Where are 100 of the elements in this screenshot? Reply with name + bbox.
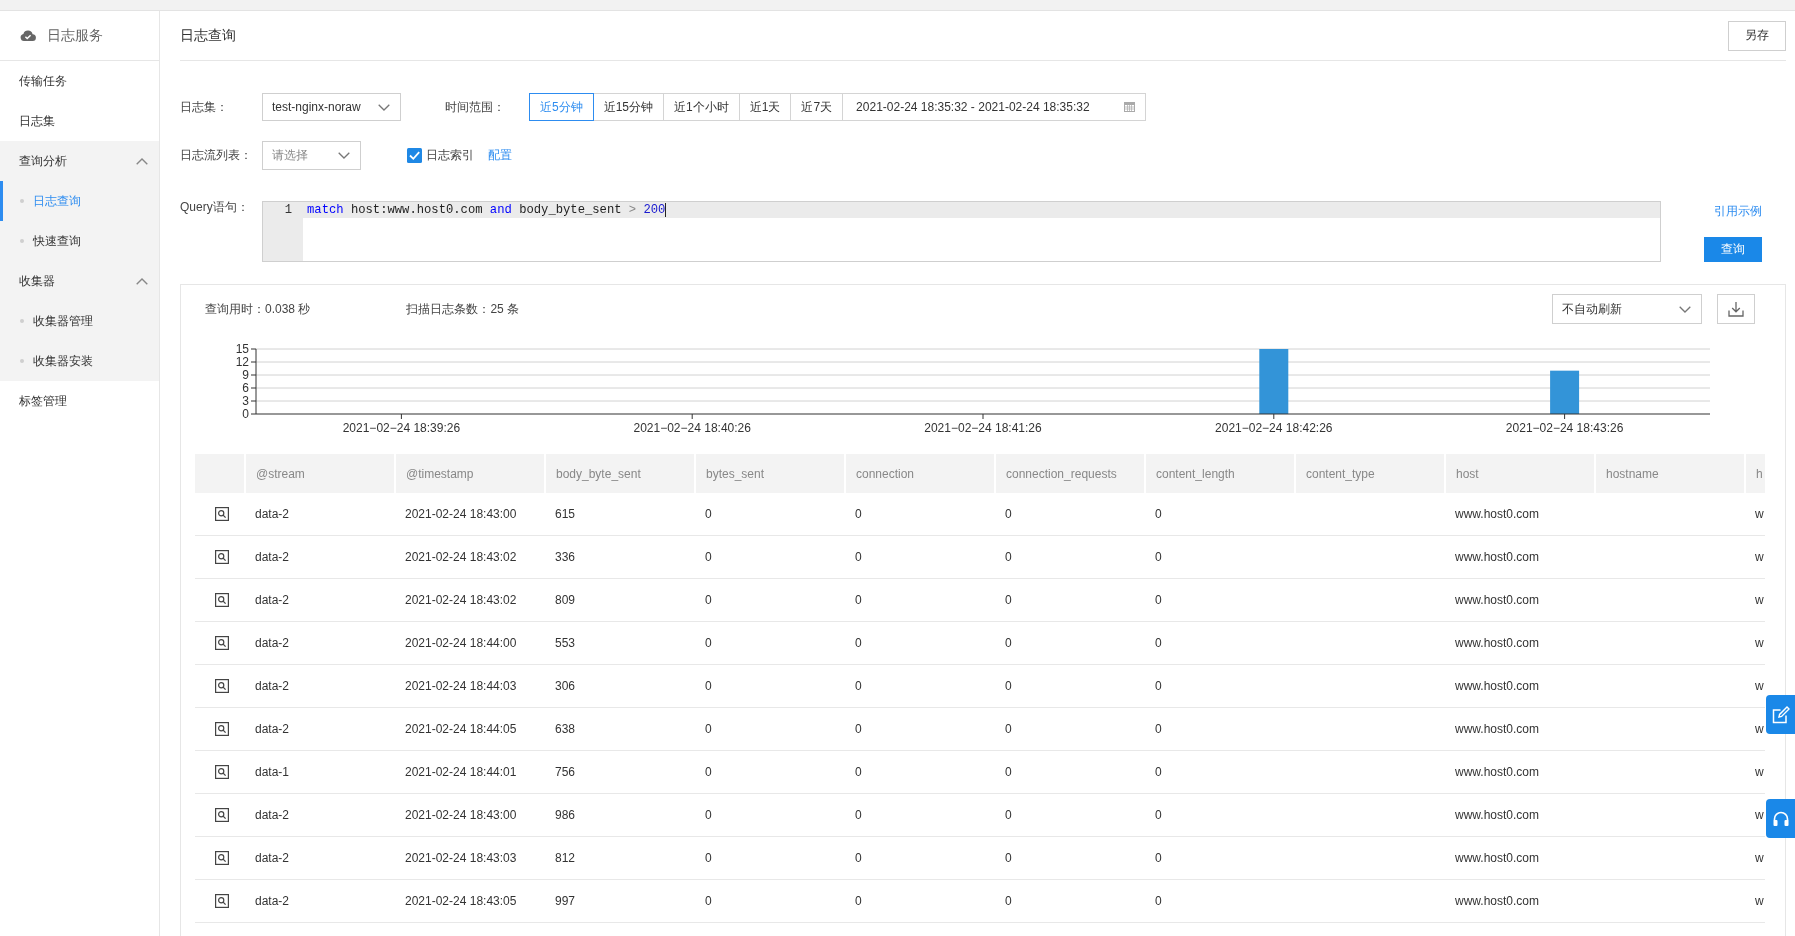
table-cell-text: 2021-02-24 18:43:02 xyxy=(404,592,518,609)
table-cell-text: 0 xyxy=(854,635,863,652)
axis-tick-label: 9 xyxy=(242,368,249,382)
query-editor[interactable]: 1 match host:www.host0.com and body_byte_sent > 200 xyxy=(262,201,1661,262)
search-icon[interactable] xyxy=(214,679,229,693)
table-cell-text: data-2 xyxy=(254,506,291,523)
query-time-text: 查询用时：0.038 秒 xyxy=(205,300,311,318)
search-icon[interactable] xyxy=(214,507,229,521)
search-icon[interactable] xyxy=(214,722,229,736)
time-range-tab[interactable]: 近15分钟 xyxy=(592,93,665,121)
table-cell-text: data-2 xyxy=(254,592,291,609)
support-button[interactable] xyxy=(1766,799,1795,838)
table-cell-text: data-2 xyxy=(254,807,291,824)
axis-tick-label: 2021−02−24 18:43:26 xyxy=(1505,421,1624,435)
search-icon[interactable] xyxy=(214,765,229,779)
table-cell-text: w xyxy=(1754,635,1765,652)
save-as-button[interactable]: 另存 xyxy=(1728,20,1786,51)
table-cell-text: data-2 xyxy=(254,893,291,910)
table-cell-text: 0 xyxy=(1154,549,1163,566)
config-link[interactable]: 配置 xyxy=(488,147,512,164)
checkbox-label[interactable]: 日志索引 xyxy=(426,147,474,164)
dot-icon xyxy=(20,319,24,323)
table-cell-text: 0 xyxy=(704,506,713,523)
table-cell-text: www.host0.com xyxy=(1454,635,1541,652)
table-cell-text: 0 xyxy=(854,678,863,695)
menu-item[interactable]: 传输任务 xyxy=(0,61,159,101)
table-cell-text: w xyxy=(1754,678,1765,695)
time-range-tab[interactable]: 近1天 xyxy=(738,93,792,121)
menu-item[interactable]: 标签管理 xyxy=(0,381,159,421)
checkbox[interactable] xyxy=(407,148,422,163)
search-icon[interactable] xyxy=(214,593,229,607)
search-icon[interactable] xyxy=(214,851,229,865)
search-icon[interactable] xyxy=(214,550,229,564)
table-cell-text: www.host0.com xyxy=(1454,764,1541,781)
search-icon[interactable] xyxy=(214,636,229,650)
headset-icon xyxy=(1771,809,1790,828)
table-cell-text: 0 xyxy=(1004,850,1013,867)
table-cell-text: 2021-02-24 18:43:00 xyxy=(404,506,518,523)
menu-item[interactable]: 快速查询 xyxy=(0,221,159,261)
time-range-tab[interactable]: 近1个小时 xyxy=(663,93,740,121)
log-set-select[interactable]: test-nginx-noraw xyxy=(262,93,401,121)
dot-icon xyxy=(20,359,24,363)
cloud-icon xyxy=(20,30,36,41)
table-cell-text: data-1 xyxy=(254,764,291,781)
query-button[interactable]: 查询 xyxy=(1704,237,1762,262)
time-range-tab[interactable]: 近7天 xyxy=(790,93,844,121)
menu-item[interactable]: 收集器管理 xyxy=(0,301,159,341)
menu-item[interactable]: 收集器安装 xyxy=(0,341,159,381)
table-cell-text: data-2 xyxy=(254,721,291,738)
table-cell-text: 306 xyxy=(554,678,577,695)
time-range-tab[interactable]: 近5分钟 xyxy=(529,93,594,121)
example-link[interactable]: 引用示例 xyxy=(1714,203,1762,220)
table-cell-text: 0 xyxy=(1154,635,1163,652)
table-cell-text: 0 xyxy=(704,721,713,738)
chevron-down-icon xyxy=(338,152,350,159)
axis-tick-label: 3 xyxy=(242,394,249,408)
table-cell-text: www.host0.com xyxy=(1454,678,1541,695)
axis-tick-label: 2021−02−24 18:39:26 xyxy=(342,421,461,435)
table-cell-text: 0 xyxy=(1154,807,1163,824)
log-stream-select[interactable]: 请选择 xyxy=(262,141,361,170)
table-cell-text: 2021-02-24 18:43:03 xyxy=(404,850,518,867)
table-cell-text: 812 xyxy=(554,850,577,867)
table-cell-text: data-2 xyxy=(254,635,291,652)
table-cell-text: 2021-02-24 18:43:05 xyxy=(404,893,518,910)
table-cell-text: 0 xyxy=(704,678,713,695)
table-cell-text: www.host0.com xyxy=(1454,592,1541,609)
table-cell-text: www.host0.com xyxy=(1454,850,1541,867)
table-cell-text: 0 xyxy=(1004,592,1013,609)
table-cell-text: data-2 xyxy=(254,549,291,566)
table-cell-text: 0 xyxy=(854,807,863,824)
search-icon[interactable] xyxy=(214,894,229,908)
table-cell-text: 638 xyxy=(554,721,577,738)
date-range-field[interactable]: 2021-02-24 18:35:32 - 2021-02-24 18:35:32 xyxy=(842,93,1147,121)
table-cell-text: 0 xyxy=(854,506,863,523)
table-cell-text: 0 xyxy=(1154,678,1163,695)
table-cell-text: 0 xyxy=(1154,764,1163,781)
field-label: 日志流列表： xyxy=(180,147,253,164)
table-cell-text: 0 xyxy=(704,893,713,910)
field-label: 时间范围： xyxy=(445,98,506,116)
table-cell-text: 2021-02-24 18:44:00 xyxy=(404,635,518,652)
table-cell-text: www.host0.com xyxy=(1454,721,1541,738)
menu-group-header[interactable]: 查询分析 xyxy=(0,141,159,181)
feedback-button[interactable] xyxy=(1766,695,1795,734)
y-axis xyxy=(250,348,257,415)
menu-item[interactable]: 日志集 xyxy=(0,101,159,141)
search-icon[interactable] xyxy=(214,808,229,822)
download-button[interactable] xyxy=(1717,294,1755,324)
table-cell-text: 0 xyxy=(1004,678,1013,695)
table-cell-text: 0 xyxy=(704,850,713,867)
table-cell-text: 756 xyxy=(554,764,577,781)
refresh-select[interactable]: 不自动刷新 xyxy=(1552,294,1702,324)
table-cell-text: w xyxy=(1754,850,1765,867)
table-cell-text: 2021-02-24 18:44:03 xyxy=(404,678,518,695)
table-cell-text: 336 xyxy=(554,549,577,566)
table-cell-text: 0 xyxy=(1004,506,1013,523)
menu-group-header[interactable]: 收集器 xyxy=(0,261,159,301)
table-cell-text: w xyxy=(1754,893,1765,910)
table-cell-text: 0 xyxy=(854,549,863,566)
axis-tick-label: 2021−02−24 18:41:26 xyxy=(924,421,1042,435)
table-cell-text: 615 xyxy=(554,506,577,523)
